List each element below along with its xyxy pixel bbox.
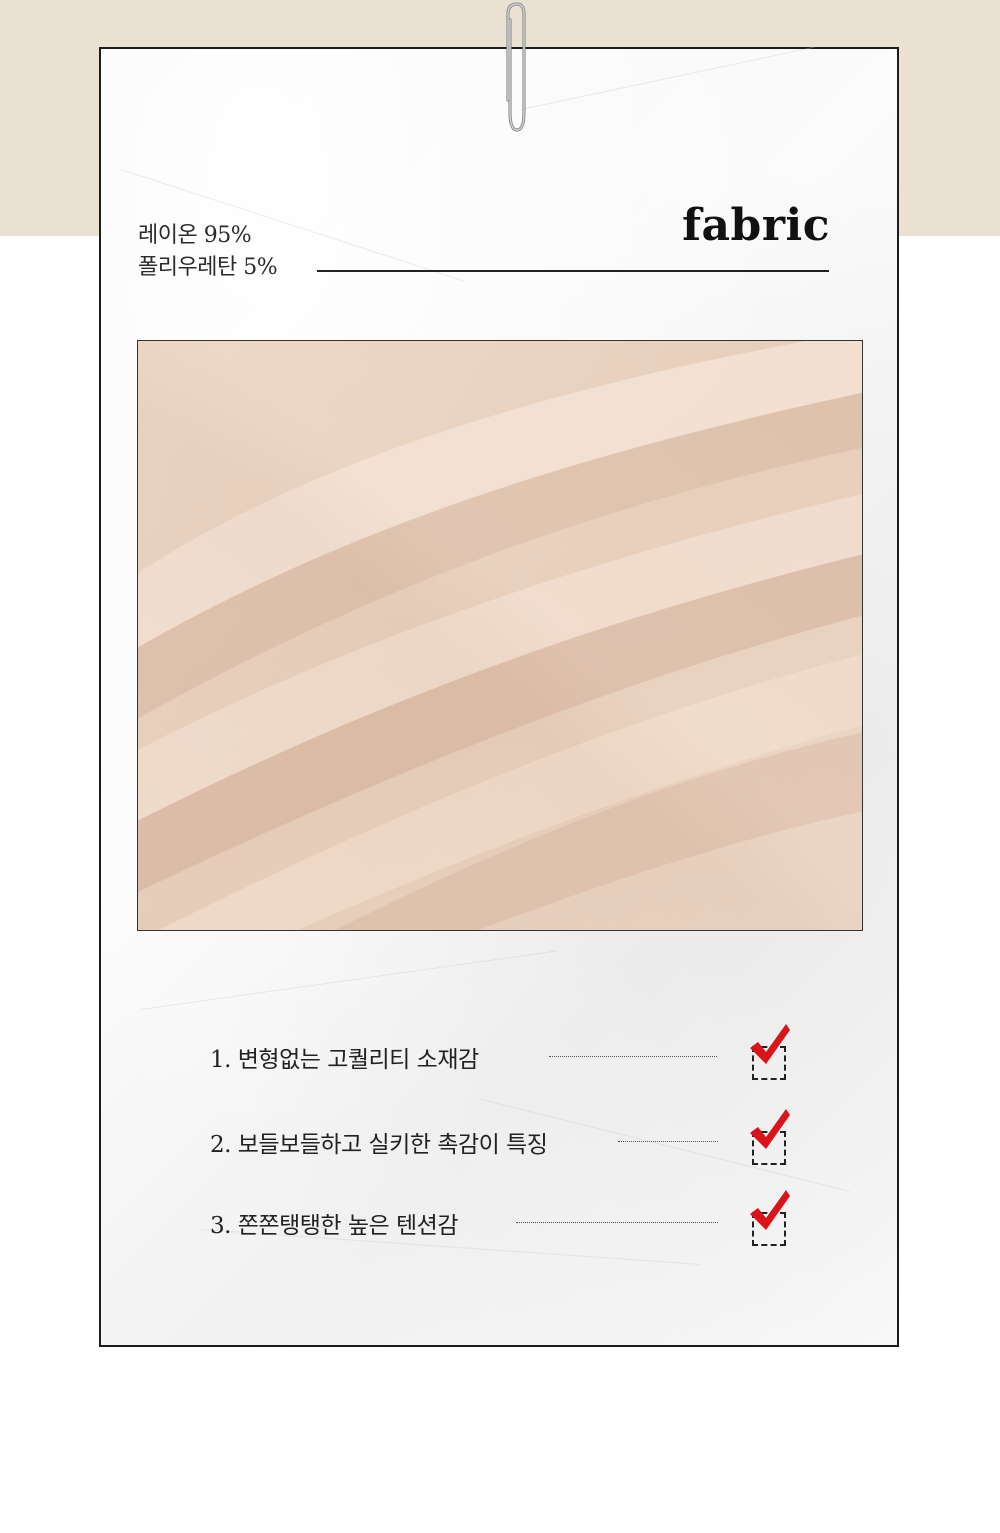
feature-text: 1. 변형없는 고퀄리티 소재감 [210, 1047, 479, 1073]
composition-polyurethane: 폴리우레탄 5% [138, 255, 278, 280]
composition-rayon: 레이온 95% [138, 223, 252, 248]
feature-text: 2. 보들보들하고 실키한 촉감이 특징 [210, 1132, 548, 1158]
feature-item-2: 2. 보들보들하고 실키한 촉감이 특징 [0, 1109, 1000, 1165]
dotted-leader [549, 1056, 717, 1057]
red-check-icon [750, 1190, 790, 1230]
fabric-composition: 레이온 95% 폴리우레탄 5% [138, 220, 278, 284]
red-check-icon [750, 1024, 790, 1064]
feature-item-3: 3. 쫀쫀탱탱한 높은 텐션감 [0, 1190, 1000, 1246]
section-title: fabric [682, 200, 830, 251]
fabric-closeup-image [137, 340, 863, 931]
dotted-leader [516, 1222, 718, 1223]
paper-crease [140, 950, 557, 1010]
feature-item-1: 1. 변형없는 고퀄리티 소재감 [0, 1024, 1000, 1080]
title-divider [317, 270, 829, 272]
feature-text: 3. 쫀쫀탱탱한 높은 텐션감 [210, 1213, 458, 1239]
fabric-drape-illustration [138, 341, 862, 930]
paper-crease [520, 46, 815, 110]
dotted-leader [618, 1141, 718, 1142]
paperclip-icon [506, 2, 526, 132]
red-check-icon [750, 1109, 790, 1149]
